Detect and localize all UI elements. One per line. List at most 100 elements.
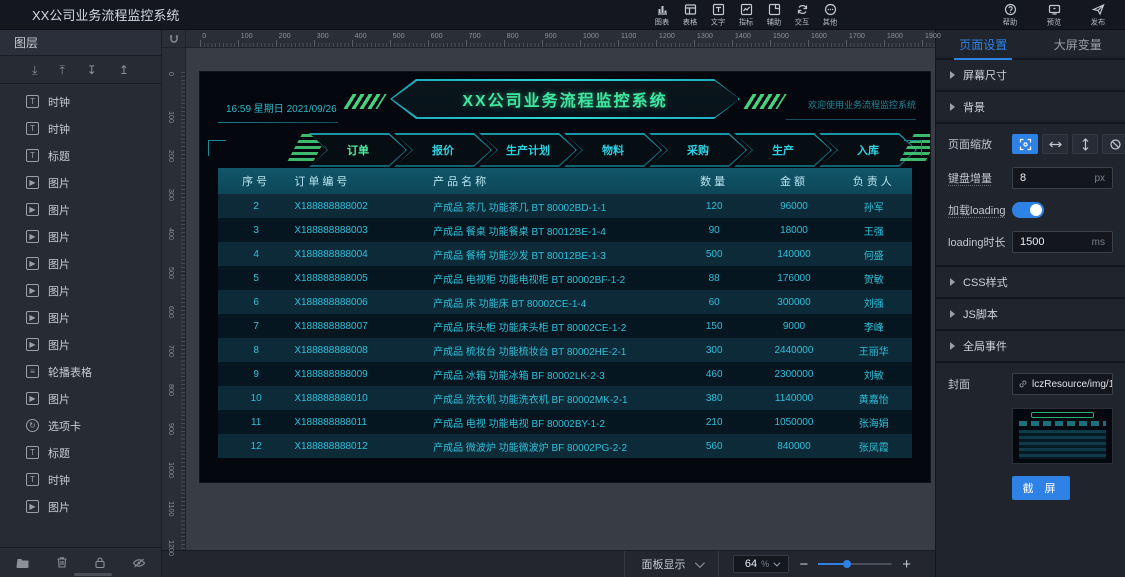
table-row: 5X188888888005产成品 电视柜 功能电视柜 BT 80002BF-1…: [218, 266, 912, 290]
layer-item-image[interactable]: ▶图片: [0, 304, 161, 331]
layer-item-image[interactable]: ▶图片: [0, 331, 161, 358]
section-css-style[interactable]: CSS样式: [936, 267, 1125, 299]
layer-item-text[interactable]: T时钟: [0, 88, 161, 115]
dashboard-artboard[interactable]: 16:59 星期日 2021/09/26 XX公司业务流程监控系统 欢迎使用业务…: [200, 72, 930, 482]
table-cell: 60: [676, 297, 752, 308]
preview-button[interactable]: 预览: [1039, 0, 1069, 30]
group-folder-icon[interactable]: [16, 557, 30, 569]
dashboard-tab[interactable]: 生产: [734, 133, 832, 167]
bring-forward-icon[interactable]: ⤒: [59, 64, 64, 76]
table-cell: 7: [218, 321, 294, 332]
layer-item-image[interactable]: ▶图片: [0, 493, 161, 520]
dashboard-tab[interactable]: 采购: [649, 133, 747, 167]
table-cell: 贺敏: [836, 271, 912, 286]
section-background[interactable]: 背景: [936, 92, 1125, 124]
ruler-row: 0100200300400500600700800900100011001200…: [162, 30, 935, 48]
dashboard-tab-label: 报价: [432, 142, 454, 158]
section-screen-size[interactable]: 屏幕尺寸: [936, 60, 1125, 92]
tab-page-settings[interactable]: 页面设置: [936, 30, 1031, 58]
dashboard-tab-label: 入库: [857, 142, 879, 158]
table-cell: 2440000: [752, 345, 835, 356]
loading-duration-input[interactable]: 1500 ms: [1012, 231, 1113, 253]
table-row: 3X188888888003产成品 餐桌 功能餐桌 BT 80012BE-1-4…: [218, 218, 912, 242]
send-backward-icon[interactable]: ⤓: [32, 64, 37, 76]
lock-icon[interactable]: [94, 556, 106, 569]
layer-item-image[interactable]: ▶图片: [0, 223, 161, 250]
tool-auxiliary[interactable]: 辅助: [760, 0, 788, 30]
table-cell: 6: [218, 297, 294, 308]
v-ruler-tick-label: 300: [167, 189, 175, 198]
layer-item-label: 图片: [48, 310, 70, 326]
layer-item-image[interactable]: ▶图片: [0, 169, 161, 196]
table-cell: 产成品 洗衣机 功能洗衣机 BF 80002MK-2-1: [433, 391, 676, 406]
help-button[interactable]: 帮助: [995, 0, 1025, 30]
table-cell: 1140000: [752, 393, 835, 404]
section-global-events[interactable]: 全局事件: [936, 331, 1125, 363]
layer-item-label: 标题: [48, 148, 70, 164]
scale-none-button[interactable]: [1102, 134, 1125, 154]
zoom-level-select[interactable]: 64 %: [733, 555, 789, 573]
eye-off-icon[interactable]: [132, 557, 146, 569]
panel-display-dropdown[interactable]: 面板显示: [624, 551, 719, 577]
layer-item-image[interactable]: ▶图片: [0, 250, 161, 277]
tool-chart[interactable]: 图表: [648, 0, 676, 30]
dashboard-tab[interactable]: 物料: [564, 133, 662, 167]
zoom-slider-knob[interactable]: [843, 560, 851, 568]
zoom-out-button[interactable]: −: [799, 556, 808, 573]
layer-item-text[interactable]: T标题: [0, 439, 161, 466]
tool-indicator[interactable]: 指标: [732, 0, 760, 30]
trash-icon[interactable]: [56, 556, 68, 569]
layer-item-tab[interactable]: ↻选项卡: [0, 412, 161, 439]
layers-hscrollbar[interactable]: [74, 573, 112, 576]
move-up-icon[interactable]: ↥: [119, 64, 129, 76]
layer-item-image[interactable]: ▶图片: [0, 196, 161, 223]
h-ruler-tick-label: 1200: [659, 31, 675, 39]
carousel-table-widget[interactable]: 序号订单编号产品名称数量金额负责人 2X188888888002产成品 茶几 功…: [218, 168, 912, 458]
tool-text[interactable]: 文字: [704, 0, 732, 30]
scale-fit-screen-button[interactable]: [1012, 134, 1038, 154]
chevron-down-icon: [773, 559, 780, 566]
table-cell: 300000: [752, 297, 835, 308]
layer-item-image[interactable]: ▶图片: [0, 385, 161, 412]
layer-item-text[interactable]: T标题: [0, 142, 161, 169]
scale-fit-width-button[interactable]: [1042, 134, 1068, 154]
zoom-slider-fill: [818, 563, 843, 565]
keyboard-step-input[interactable]: 8 px: [1012, 167, 1113, 189]
layer-item-text[interactable]: T时钟: [0, 466, 161, 493]
dashboard-clock-widget[interactable]: 16:59 星期日 2021/09/26: [226, 100, 337, 115]
table-header-row: 序号订单编号产品名称数量金额负责人: [218, 168, 912, 194]
dashboard-tab[interactable]: 订单: [309, 133, 407, 167]
move-down-icon[interactable]: ↧: [87, 64, 97, 76]
zoom-slider[interactable]: [818, 563, 892, 565]
layer-item-table[interactable]: ≡轮播表格: [0, 358, 161, 385]
image-component-icon: ▶: [26, 284, 39, 297]
tool-other[interactable]: 其他: [816, 0, 844, 30]
dashboard-tab[interactable]: 报价: [394, 133, 492, 167]
scale-fit-height-button[interactable]: [1072, 134, 1098, 154]
publish-icon: [1092, 3, 1105, 16]
tool-interaction[interactable]: 交互: [788, 0, 816, 30]
editor-canvas[interactable]: 16:59 星期日 2021/09/26 XX公司业务流程监控系统 欢迎使用业务…: [186, 48, 935, 550]
cover-url-input[interactable]: lczResource/img/1/88c775: [1012, 373, 1113, 395]
v-ruler-tick-label: 800: [167, 384, 175, 393]
tool-table[interactable]: 表格: [676, 0, 704, 30]
table-header-cell: 金额: [752, 173, 835, 189]
table-cell: 产成品 餐椅 功能沙发 BT 80012BE-1-3: [433, 247, 676, 262]
section-js-script[interactable]: JS脚本: [936, 299, 1125, 331]
snap-toggle-button[interactable]: [162, 30, 186, 48]
publish-button[interactable]: 发布: [1083, 0, 1113, 30]
table-cell: 176000: [752, 273, 835, 284]
dashboard-welcome-text[interactable]: 欢迎使用业务流程监控系统: [808, 98, 916, 111]
layers-footer-toolbar: [0, 547, 161, 577]
table-cell: 18000: [752, 225, 835, 236]
loading-toggle[interactable]: [1012, 202, 1044, 218]
dashboard-tab-label: 生产计划: [506, 142, 550, 158]
tab-screen-variables[interactable]: 大屏变量: [1031, 30, 1125, 58]
dashboard-tab[interactable]: 生产计划: [479, 133, 577, 167]
table-cell: X188888888011: [294, 417, 433, 428]
dashboard-title-banner[interactable]: XX公司业务流程监控系统: [390, 79, 740, 119]
screenshot-button[interactable]: 截 屏: [1012, 476, 1070, 500]
zoom-in-button[interactable]: +: [902, 556, 911, 573]
layer-item-text[interactable]: T时钟: [0, 115, 161, 142]
layer-item-image[interactable]: ▶图片: [0, 277, 161, 304]
